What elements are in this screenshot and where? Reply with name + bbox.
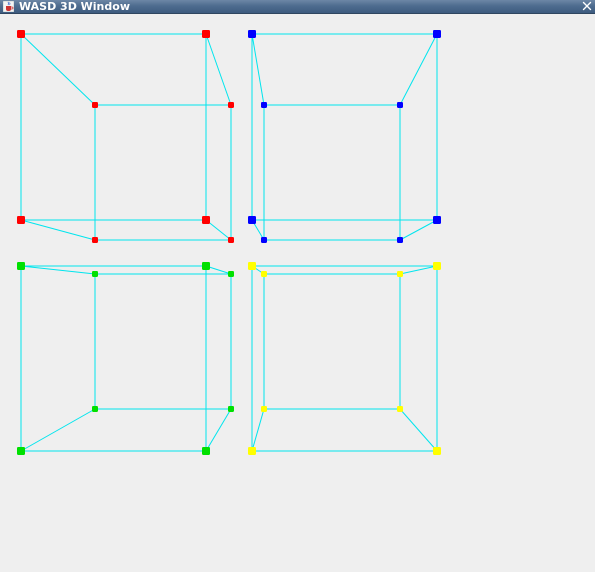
close-icon[interactable]: [580, 0, 594, 13]
red-cube: [17, 30, 234, 243]
green-cube: [17, 262, 234, 455]
red-cube-vertex: [228, 237, 234, 243]
blue-cube-vertex: [397, 102, 403, 108]
app-window: WASD 3D Window: [0, 0, 595, 572]
yellow-cube: [248, 262, 441, 455]
java-cup-icon: [3, 1, 14, 12]
red-cube-edge: [20, 33, 96, 106]
green-cube-vertex: [202, 262, 210, 270]
red-cube-vertex: [92, 237, 98, 243]
red-cube-vertex: [202, 30, 210, 38]
yellow-cube-vertex: [397, 271, 403, 277]
title-bar[interactable]: WASD 3D Window: [0, 0, 595, 14]
blue-cube-edge: [251, 33, 265, 106]
green-cube-edge: [20, 265, 96, 275]
red-cube-vertex: [228, 102, 234, 108]
yellow-cube-edge: [399, 265, 438, 275]
green-cube-vertex: [92, 406, 98, 412]
green-cube-vertex: [202, 447, 210, 455]
green-cube-vertex: [228, 271, 234, 277]
yellow-cube-vertex: [261, 271, 267, 277]
yellow-cube-vertex: [248, 262, 256, 270]
yellow-cube-edge: [399, 408, 438, 452]
yellow-cube-vertex: [261, 406, 267, 412]
blue-cube-vertex: [248, 30, 256, 38]
red-cube-vertex: [17, 216, 25, 224]
green-cube-vertex: [17, 262, 25, 270]
red-cube-edge: [20, 219, 96, 241]
yellow-cube-vertex: [397, 406, 403, 412]
blue-cube-vertex: [261, 102, 267, 108]
blue-cube-edge: [399, 219, 438, 241]
blue-cube-vertex: [433, 30, 441, 38]
window-title: WASD 3D Window: [19, 0, 130, 13]
render-canvas[interactable]: [0, 15, 595, 572]
yellow-cube-edge: [251, 408, 265, 452]
green-cube-vertex: [17, 447, 25, 455]
blue-cube-vertex: [397, 237, 403, 243]
green-cube-vertex: [92, 271, 98, 277]
blue-cube-vertex: [433, 216, 441, 224]
red-cube-edge: [205, 33, 232, 106]
blue-cube-edge: [399, 33, 438, 106]
green-cube-edge: [20, 408, 96, 452]
blue-cube: [248, 30, 441, 243]
green-cube-edge: [205, 408, 232, 452]
blue-cube-vertex: [261, 237, 267, 243]
red-cube-vertex: [17, 30, 25, 38]
yellow-cube-vertex: [433, 262, 441, 270]
cube-scene: [17, 30, 441, 455]
green-cube-vertex: [228, 406, 234, 412]
blue-cube-vertex: [248, 216, 256, 224]
yellow-cube-vertex: [248, 447, 256, 455]
yellow-cube-vertex: [433, 447, 441, 455]
red-cube-vertex: [202, 216, 210, 224]
red-cube-vertex: [92, 102, 98, 108]
